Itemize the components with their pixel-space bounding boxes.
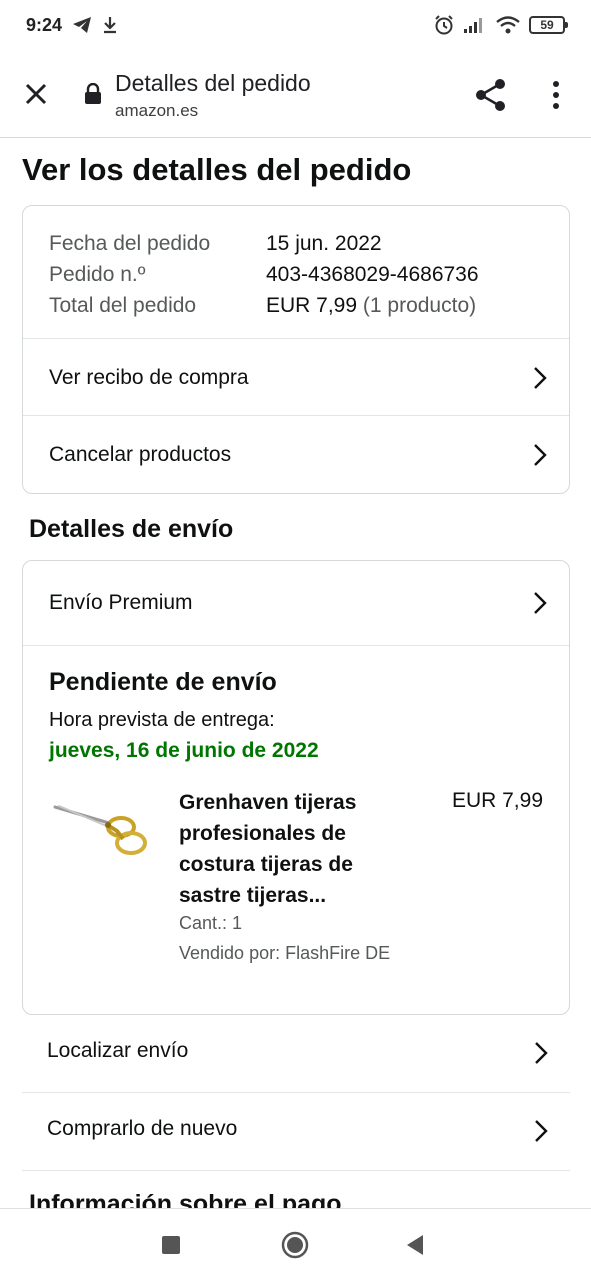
order-date-row: Fecha del pedido 15 jun. 2022: [49, 228, 479, 259]
order-total-row: Total del pedido EUR 7,99 (1 producto): [49, 290, 479, 321]
back-icon[interactable]: [405, 1233, 425, 1257]
product-seller: Vendido por: FlashFire DE: [179, 943, 391, 963]
close-icon[interactable]: [22, 80, 50, 108]
buy-again-label: Comprarlo de nuevo: [47, 1117, 238, 1140]
track-package-label: Localizar envío: [47, 1039, 189, 1062]
browser-toolbar: Detalles del pedido amazon.es: [0, 50, 591, 138]
clock: 9:24: [26, 14, 63, 35]
product-name-link[interactable]: Grenhaven tijeras profesionales de costu…: [179, 787, 399, 911]
view-receipt-label: Ver recibo de compra: [49, 365, 249, 389]
delivery-estimate-date: jueves, 16 de junio de 2022: [49, 739, 319, 762]
divider: [23, 645, 569, 646]
shipping-card: Envío Premium Pendiente de envío Hora pr…: [22, 560, 570, 1015]
order-date-label: Fecha del pedido: [49, 232, 211, 255]
order-date-value: 15 jun. 2022: [266, 232, 382, 255]
order-total-amount: EUR 7,99: [266, 294, 358, 317]
order-number-row: Pedido n.º 403-4368029-4686736: [49, 259, 479, 290]
wifi-icon: [496, 16, 520, 34]
chevron-right-icon: [534, 592, 547, 614]
track-package-link[interactable]: Localizar envío: [22, 1015, 570, 1093]
status-bar-right: 59: [433, 14, 568, 36]
telegram-icon: [73, 17, 92, 33]
divider: [22, 1170, 570, 1171]
order-total-value: EUR 7,99 (1 producto): [266, 290, 476, 321]
product-image[interactable]: [51, 793, 151, 863]
shipment-status: Pendiente de envío: [49, 668, 277, 696]
recent-apps-icon[interactable]: [161, 1235, 181, 1255]
alarm-icon: [435, 15, 453, 35]
order-summary: Fecha del pedido 15 jun. 2022 Pedido n.º…: [49, 228, 479, 321]
buy-again-link[interactable]: Comprarlo de nuevo: [22, 1093, 570, 1171]
navigation-bar: [0, 1208, 591, 1280]
delivery-estimate-label: Hora prevista de entrega:: [49, 709, 275, 731]
order-total-count: (1 producto): [362, 294, 477, 317]
product-price: EUR 7,99: [451, 789, 543, 812]
view-receipt-link[interactable]: Ver recibo de compra: [23, 339, 569, 416]
order-summary-card: Fecha del pedido 15 jun. 2022 Pedido n.º…: [22, 205, 570, 494]
order-number-label: Pedido n.º: [49, 263, 146, 286]
product-quantity: Cant.: 1: [179, 913, 243, 933]
battery-icon: 59: [529, 16, 568, 34]
browser-url[interactable]: amazon.es: [115, 101, 198, 121]
order-number-value: 403-4368029-4686736: [266, 263, 479, 286]
order-total-label: Total del pedido: [49, 294, 197, 317]
shipping-section-title: Detalles de envío: [29, 515, 234, 543]
shipping-method-link[interactable]: Envío Premium: [23, 561, 569, 645]
chevron-right-icon: [534, 366, 547, 389]
browser-page-title: Detalles del pedido: [115, 70, 311, 96]
home-icon[interactable]: [281, 1231, 309, 1259]
more-options-icon[interactable]: [548, 80, 564, 110]
status-bar: 9:24 59: [0, 0, 591, 50]
status-bar-left: 9:24: [26, 15, 118, 36]
signal-icon: [464, 18, 482, 33]
chevron-right-icon: [534, 444, 547, 466]
download-icon: [104, 17, 117, 34]
share-icon[interactable]: [474, 78, 508, 112]
cancel-products-link[interactable]: Cancelar productos: [23, 416, 569, 494]
cancel-products-label: Cancelar productos: [49, 443, 232, 466]
chevron-right-icon: [535, 1120, 548, 1142]
shipping-method-label: Envío Premium: [49, 591, 193, 614]
lock-icon: [85, 83, 101, 104]
chevron-right-icon: [535, 1042, 548, 1064]
page-title: Ver los detalles del pedido: [22, 152, 412, 187]
